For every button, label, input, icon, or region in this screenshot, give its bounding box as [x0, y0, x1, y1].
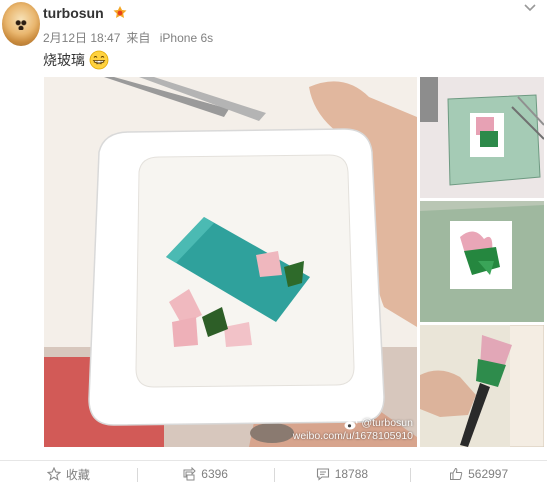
favorite-label: 收藏 — [65, 467, 90, 482]
grinning-face-icon — [89, 50, 109, 70]
comment-icon — [316, 468, 329, 481]
weibo-logo-icon — [344, 418, 358, 429]
repost-button[interactable]: 6396 — [136, 461, 274, 487]
thumbs-up-icon — [450, 467, 463, 480]
watermark-handle: @turbosun — [361, 417, 413, 429]
watermark-url: weibo.com/u/1678105910 — [292, 430, 413, 442]
favorite-button[interactable]: 收藏 — [0, 461, 137, 487]
dish-photo — [44, 77, 417, 447]
like-button[interactable]: 562997 — [410, 461, 547, 487]
avatar[interactable] — [2, 2, 40, 46]
repost-icon — [183, 467, 196, 481]
post-timestamp[interactable]: 2月12日 18:47 — [43, 31, 120, 45]
comment-count: 18788 — [334, 467, 369, 481]
mint-tile-closeup-photo — [420, 201, 544, 322]
post-image-thumb-3[interactable] — [420, 325, 544, 447]
star-icon — [46, 467, 61, 481]
chevron-down-icon[interactable] — [523, 2, 537, 12]
vip-badge-icon — [113, 6, 127, 18]
action-bar: 收藏 6396 18788 562997 — [0, 461, 547, 487]
post-text: 烧玻璃 — [43, 50, 109, 70]
post-text-content: 烧玻璃 — [43, 52, 85, 68]
username[interactable]: turbosun — [43, 5, 104, 21]
hand-holding-glass-photo — [420, 325, 544, 447]
comment-button[interactable]: 18788 — [273, 461, 411, 487]
mint-tile-photo — [420, 77, 544, 198]
post-source-prefix: 来自 — [126, 31, 151, 45]
image-watermark: @turbosun weibo.com/u/1678105910 — [293, 417, 413, 443]
post-meta: 2月12日 18:47 来自 iPhone 6s — [43, 29, 219, 46]
like-count: 562997 — [468, 467, 509, 481]
repost-count: 6396 — [201, 467, 228, 481]
post-image-main[interactable]: @turbosun weibo.com/u/1678105910 — [44, 77, 417, 447]
post-image-thumb-1[interactable] — [420, 77, 544, 198]
post-source-device[interactable]: iPhone 6s — [160, 31, 213, 45]
post-image-thumb-2[interactable] — [420, 201, 544, 322]
